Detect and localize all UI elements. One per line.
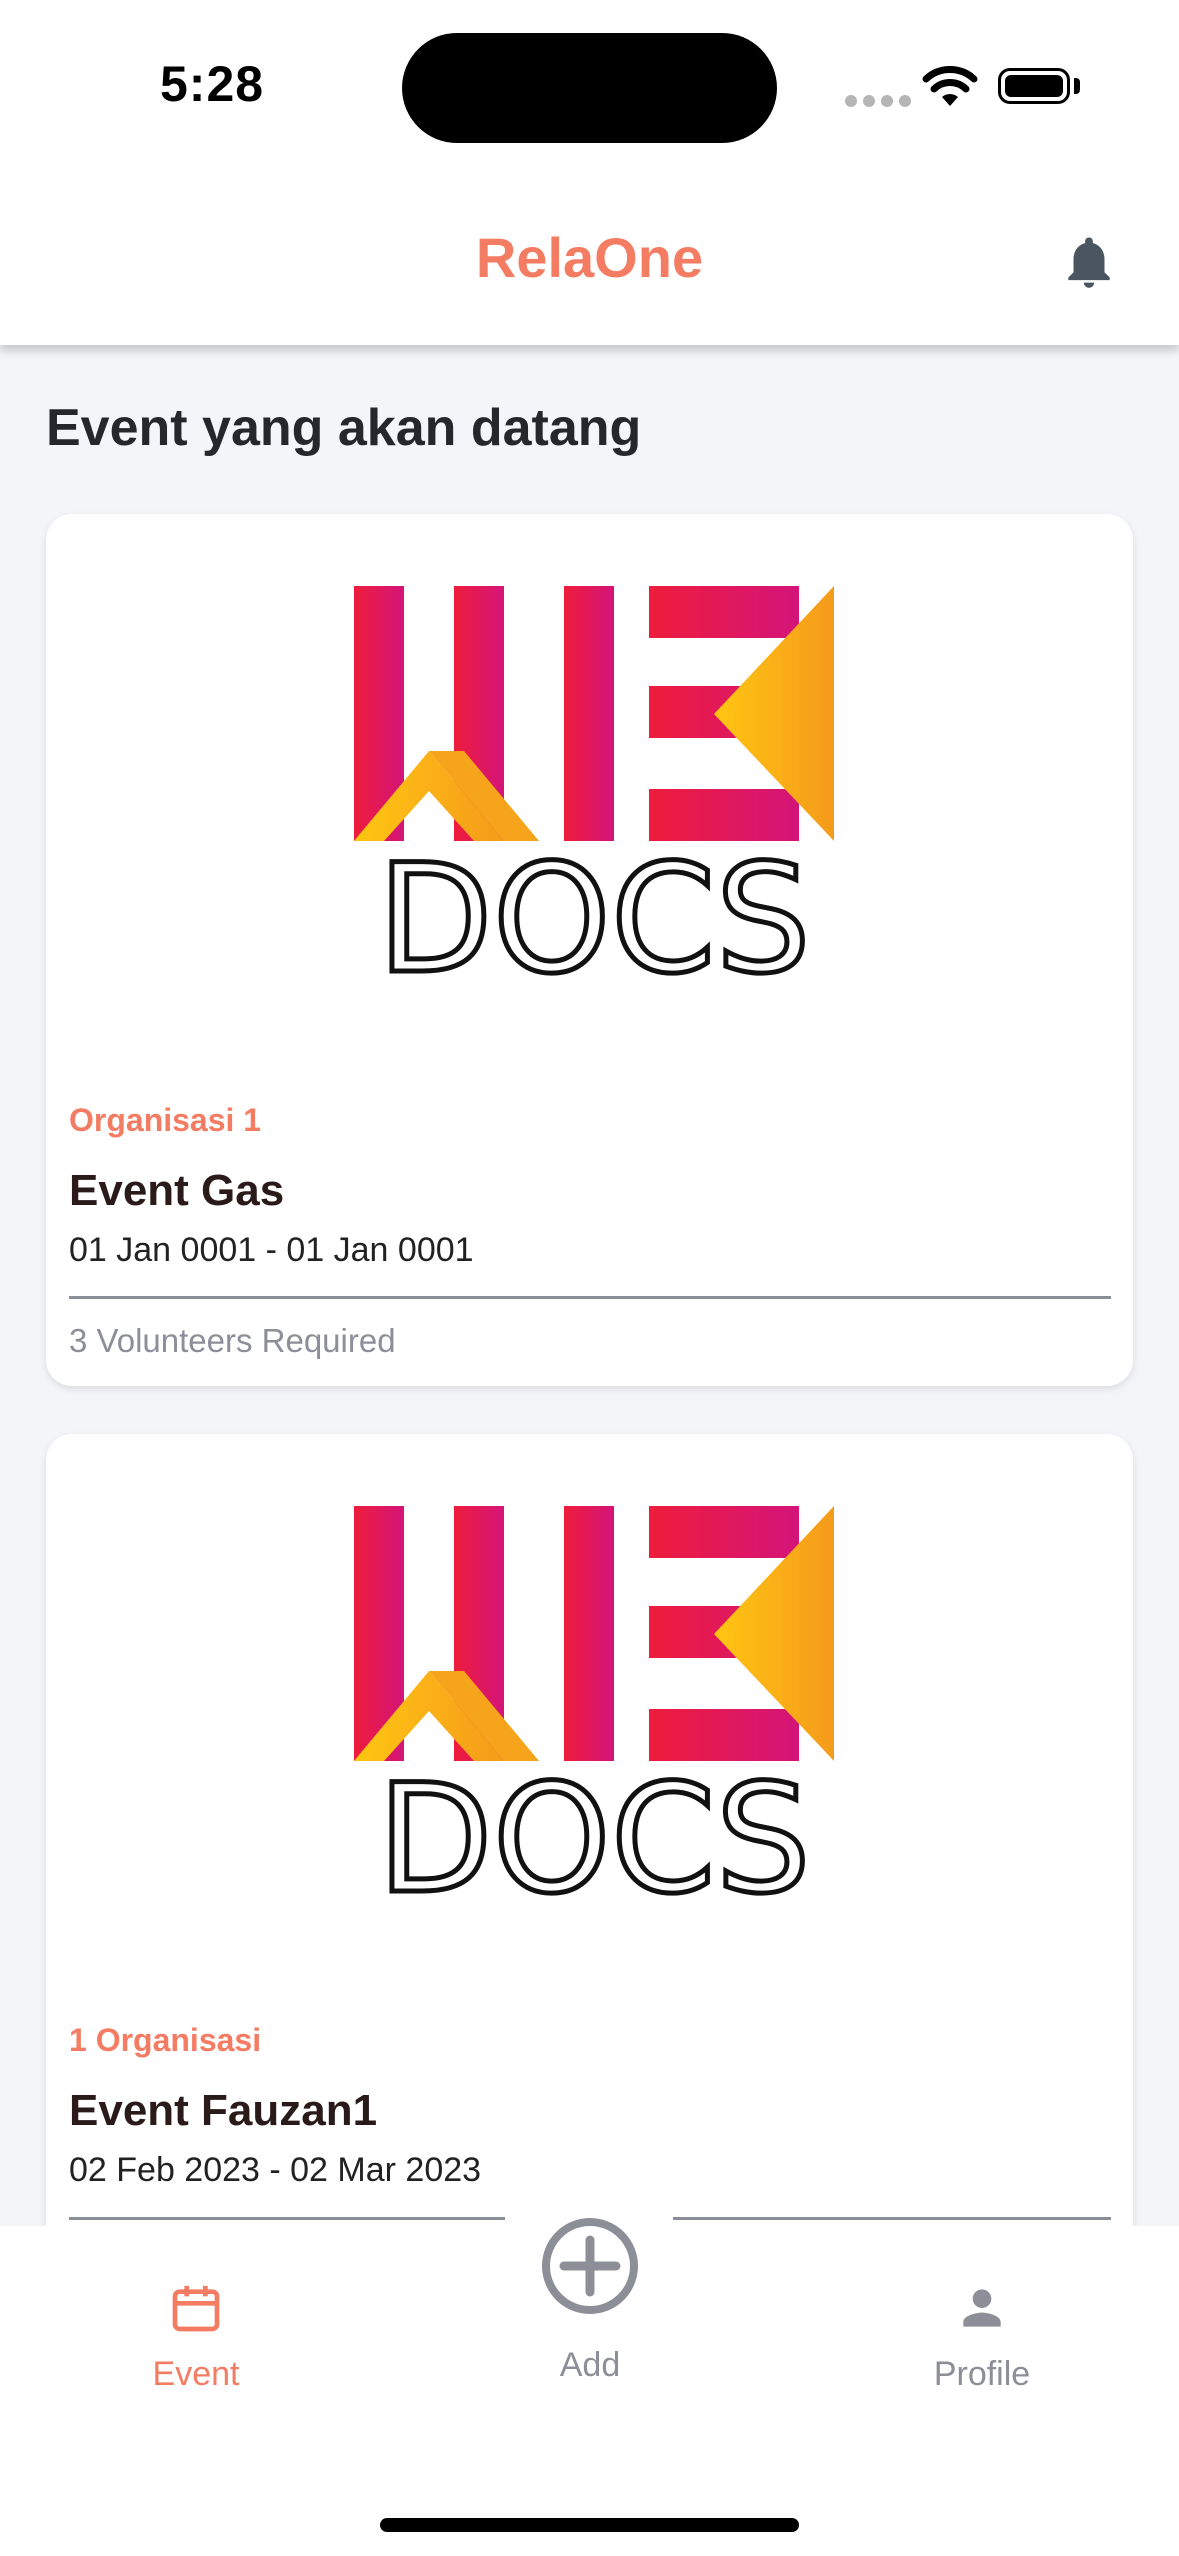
event-organization: 1 Organisasi: [69, 2022, 262, 2058]
plus-circle-icon: [542, 2218, 638, 2314]
status-time: 5:28: [160, 56, 265, 112]
app-title: RelaOne: [475, 226, 704, 289]
bell-icon[interactable]: [1058, 230, 1120, 294]
event-dates: 02 Feb 2023 - 02 Mar 2023: [69, 2151, 482, 2189]
svg-text:DOCS: DOCS: [377, 1753, 811, 1906]
signal-icon: [845, 95, 911, 107]
nav-add[interactable]: Add: [490, 2346, 690, 2385]
svg-text:DOCS: DOCS: [377, 833, 811, 986]
section-title: Event yang akan datang: [46, 399, 642, 457]
event-organization: Organisasi 1: [69, 1102, 262, 1138]
calendar-icon: [172, 2285, 220, 2332]
volunteers-required: 3 Volunteers Required: [69, 1322, 396, 1359]
add-button[interactable]: [505, 2181, 675, 2351]
wifi-icon: [922, 66, 978, 106]
divider: [69, 2217, 505, 2220]
home-indicator[interactable]: [380, 2518, 799, 2532]
divider: [69, 1296, 1111, 1299]
nav-add-label: Add: [559, 2346, 621, 2384]
app-header: RelaOne: [0, 175, 1179, 345]
event-name: Event Fauzan1: [69, 2086, 378, 2135]
bottom-navigation: Event Add Profile: [0, 2181, 1179, 2556]
event-dates: 01 Jan 0001 - 01 Jan 0001: [69, 1231, 474, 1269]
status-bar: 5:28: [0, 0, 1179, 175]
nav-event-label: Event: [152, 2355, 240, 2393]
dynamic-island: [402, 33, 777, 143]
divider: [673, 2217, 1111, 2220]
event-name: Event Gas: [69, 1166, 285, 1215]
event-logo: DOCS: [354, 586, 834, 986]
nav-profile-label: Profile: [933, 2355, 1031, 2393]
battery-icon: [998, 68, 1070, 104]
nav-profile[interactable]: Profile: [882, 2278, 1082, 2394]
event-logo: DOCS: [354, 1506, 834, 1906]
event-card[interactable]: DOCS Organisasi 1 Event Gas 01 Jan 0001 …: [46, 514, 1133, 1386]
person-icon: [963, 2289, 1001, 2327]
nav-event[interactable]: Event: [96, 2278, 296, 2394]
